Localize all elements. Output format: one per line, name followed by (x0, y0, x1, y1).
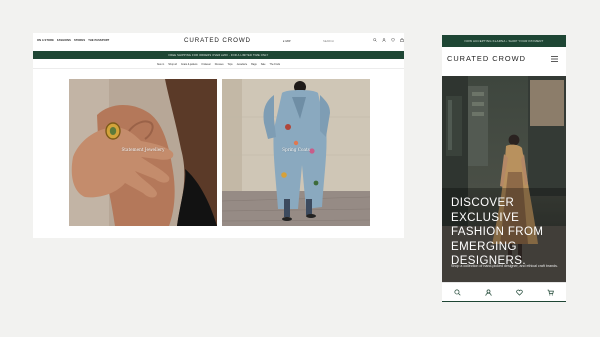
mobile-banner: NOW ACCEPTING KLARNA • SHOP YOUR PAYMENT (442, 35, 566, 47)
hero-subtext: Shop a collection of hand-picked designe… (451, 264, 558, 268)
heart-icon[interactable] (516, 289, 523, 296)
nav-link[interactable]: THE PASSPORT (88, 39, 109, 42)
tile-label: Statement Jewellery (121, 147, 165, 152)
banner-text: FREE SHIPPING FOR ORDERS OVER £200 - FOR… (168, 53, 269, 57)
category-link[interactable]: The Finds (269, 63, 280, 66)
hamburger-icon[interactable] (551, 56, 558, 62)
header-icons (373, 38, 404, 42)
tile-label: Spring Coats (282, 147, 310, 152)
divider (33, 68, 404, 69)
nav-link[interactable]: STORES (74, 39, 85, 42)
coats-photo (222, 79, 370, 226)
jewellery-photo (69, 79, 217, 226)
bag-icon[interactable] (400, 38, 404, 42)
category-nav: New in Shop all Coats & jackets Knitwear… (33, 61, 404, 67)
desktop-top-nav: ON A STORE FASHIONS STORES THE PASSPORT (37, 39, 109, 42)
category-link[interactable]: Knitwear (201, 63, 210, 66)
tab-bar-accent (442, 301, 566, 302)
mobile-tab-bar (442, 282, 566, 302)
category-link[interactable]: Sale (261, 63, 266, 66)
search-input[interactable]: SEARCH (323, 40, 334, 43)
nav-link[interactable]: ON A STORE (37, 39, 54, 42)
shipping-banner: FREE SHIPPING FOR ORDERS OVER £200 - FOR… (33, 51, 404, 59)
collection-tile-coats[interactable]: Spring Coats (222, 79, 370, 226)
mobile-logo[interactable]: CURATED CROWD (447, 54, 526, 63)
mobile-hero[interactable]: DISCOVER EXCLUSIVE FASHION FROM EMERGING… (442, 76, 566, 282)
category-link[interactable]: Tops (228, 63, 233, 66)
desktop-header: ON A STORE FASHIONS STORES THE PASSPORT … (33, 33, 404, 49)
category-link[interactable]: Bags (251, 63, 256, 66)
currency-selector[interactable]: £ GBP (283, 40, 291, 43)
category-link[interactable]: Jewellerie (237, 63, 248, 66)
category-link[interactable]: Coats & jackets (181, 63, 198, 66)
desktop-preview: ON A STORE FASHIONS STORES THE PASSPORT … (33, 33, 404, 238)
account-icon[interactable] (485, 289, 492, 296)
account-icon[interactable] (382, 38, 386, 42)
collection-tile-jewellery[interactable]: Statement Jewellery (69, 79, 217, 226)
hero-heading: DISCOVER EXCLUSIVE FASHION FROM EMERGING… (451, 197, 544, 268)
nav-link[interactable]: FASHIONS (57, 39, 71, 42)
site-logo[interactable]: CURATED CROWD (184, 37, 251, 44)
mobile-preview: NOW ACCEPTING KLARNA • SHOP YOUR PAYMENT… (442, 35, 566, 302)
heart-icon[interactable] (391, 38, 395, 42)
search-icon[interactable] (373, 38, 377, 42)
cart-icon[interactable] (547, 289, 554, 296)
category-link[interactable]: New in (157, 63, 164, 66)
search-icon[interactable] (454, 289, 461, 296)
category-link[interactable]: Dresses (215, 63, 224, 66)
mobile-banner-text: NOW ACCEPTING KLARNA • SHOP YOUR PAYMENT (464, 39, 544, 43)
category-link[interactable]: Shop all (168, 63, 177, 66)
